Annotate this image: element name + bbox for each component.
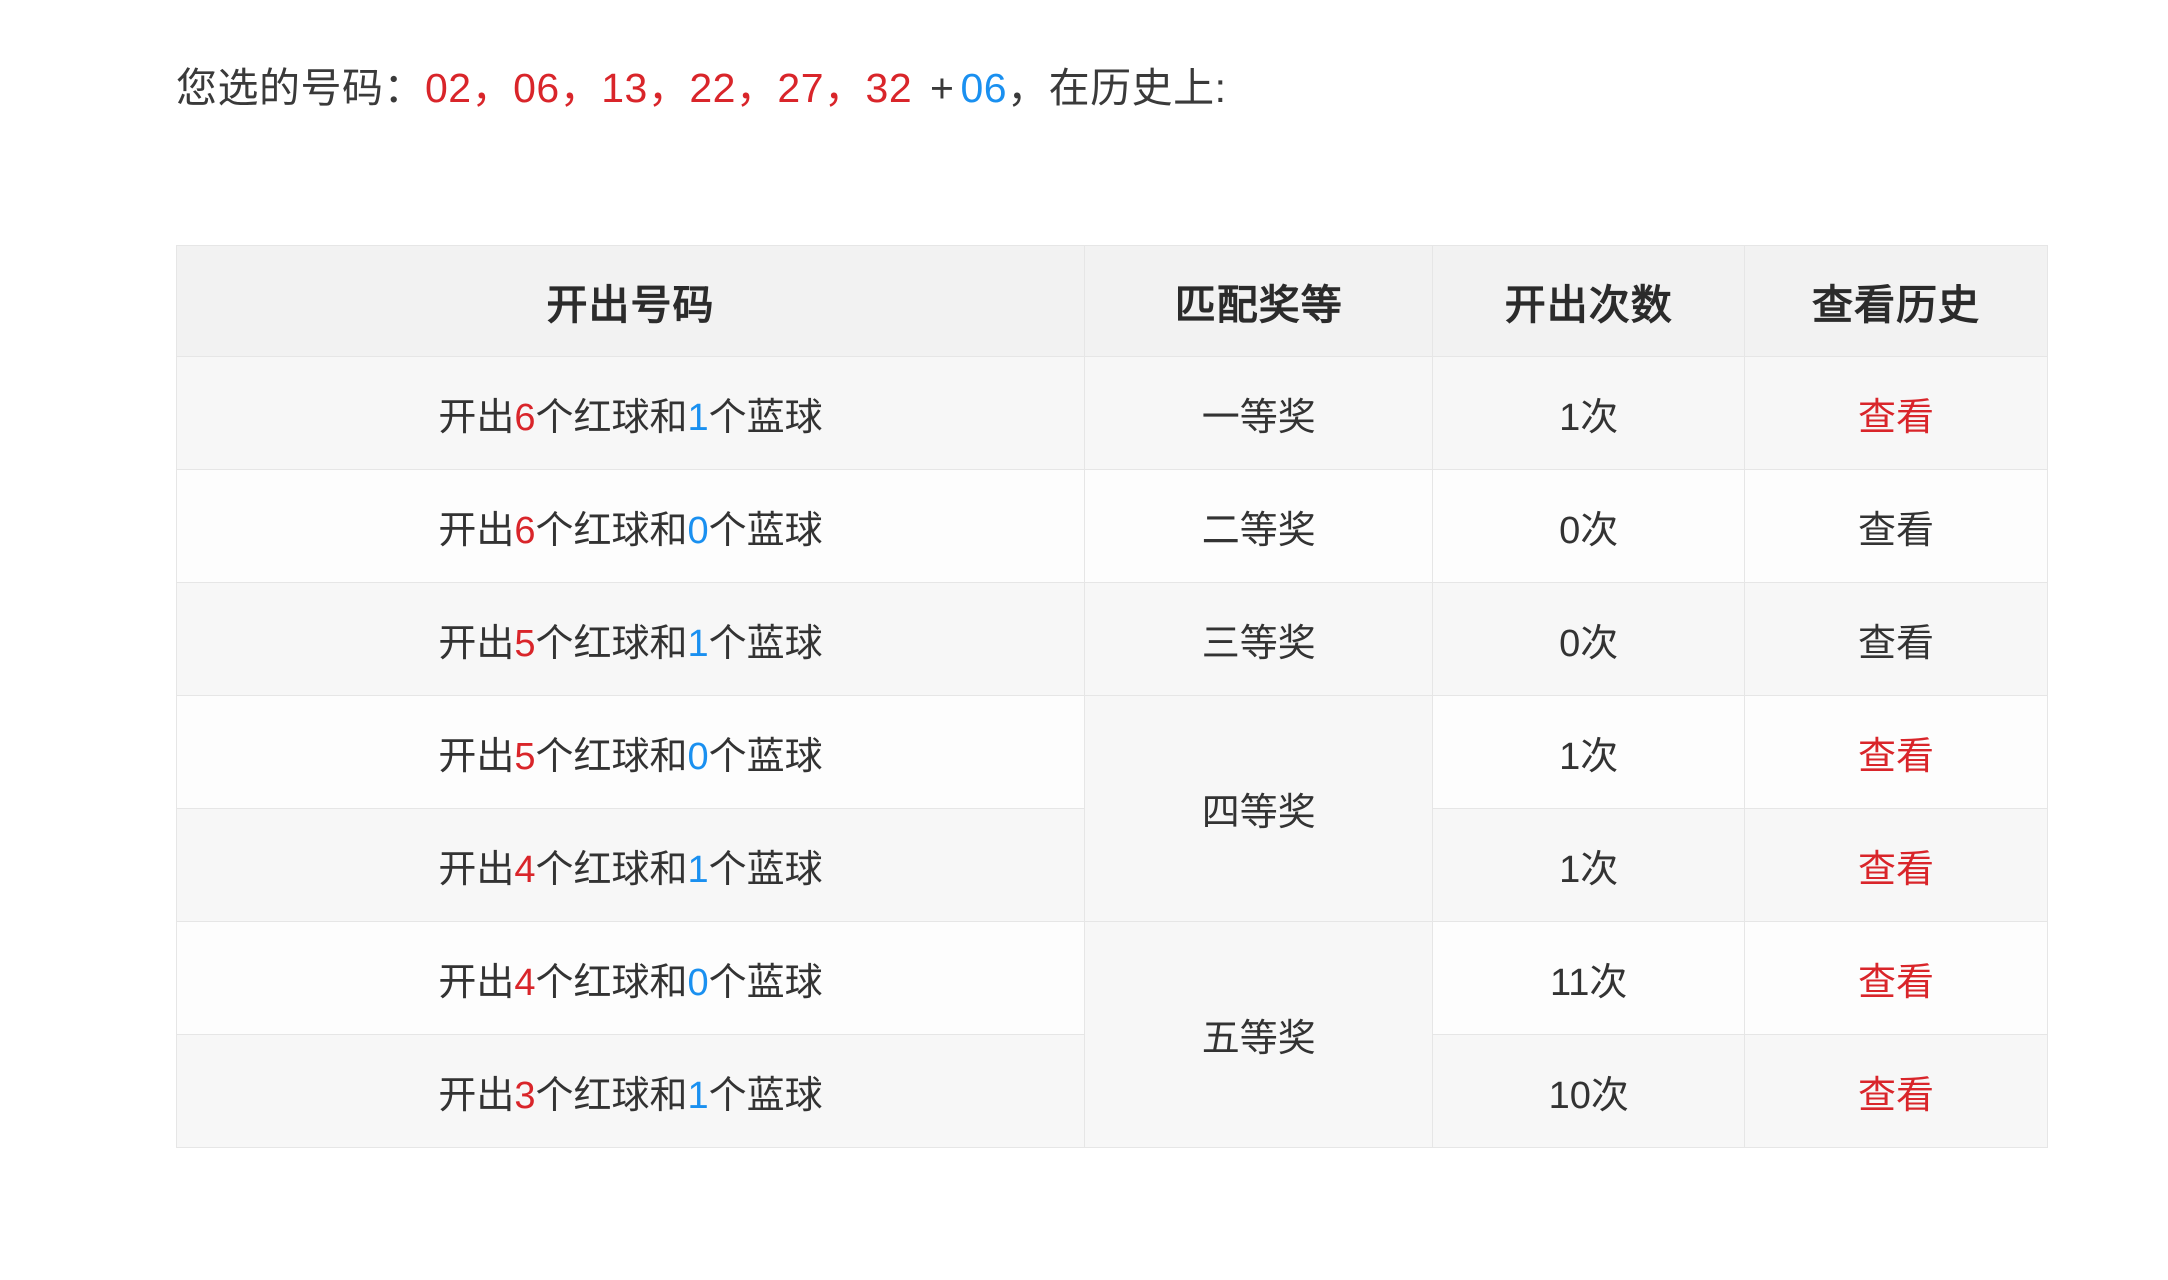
cell-prize-tier: 三等奖: [1084, 582, 1434, 696]
view-history-link[interactable]: 查看: [1858, 725, 1934, 780]
desc-prefix: 开出: [438, 396, 515, 439]
summary-plus-sign: +: [930, 65, 955, 111]
desc-suffix: 个蓝球: [708, 848, 823, 891]
cell-prize-tier: 四等奖: [1084, 695, 1434, 922]
desc-prefix: 开出: [438, 848, 515, 891]
blue-ball-count: 0: [687, 735, 709, 778]
table-row: 开出4个红球和0个蓝球 五等奖 11次 查看: [175, 921, 2049, 1148]
cell-drawn-numbers: 开出6个红球和0个蓝球: [175, 469, 1086, 583]
desc-middle: 个红球和: [535, 396, 688, 439]
view-history-link[interactable]: 查看: [1858, 1064, 1934, 1119]
cell-view-history[interactable]: 查看: [1743, 695, 2049, 809]
red-ball-count: 4: [514, 848, 536, 891]
summary-label-prefix: 您选的号码：: [176, 65, 425, 111]
cell-draw-count: 0次: [1432, 469, 1745, 583]
blue-ball-count: 1: [687, 622, 709, 665]
desc-prefix: 开出: [438, 622, 515, 665]
desc-prefix: 开出: [438, 1074, 515, 1117]
cell-drawn-numbers: 开出6个红球和1个蓝球: [175, 356, 1086, 470]
cell-draw-count: 1次: [1432, 808, 1745, 922]
red-ball-count: 4: [514, 961, 536, 1004]
selected-numbers-summary: 您选的号码：02，06，13，22，27，32 +06，在历史上:: [176, 58, 1226, 120]
blue-ball-count: 0: [687, 509, 709, 552]
table-header-row: 开出号码 匹配奖等 开出次数 查看历史: [175, 245, 2049, 357]
table-row: 开出6个红球和1个蓝球 一等奖 1次 查看: [175, 356, 2049, 470]
blue-ball-count: 0: [687, 961, 709, 1004]
page-root: 您选的号码：02，06，13，22，27，32 +06，在历史上: 开出号码 匹…: [0, 0, 2168, 1280]
cell-prize-tier: 五等奖: [1084, 921, 1434, 1148]
match-history-table: 开出号码 匹配奖等 开出次数 查看历史 开出6个红球和1个蓝球 一等奖 1次 查看 开出…: [175, 245, 2049, 1148]
view-history-link[interactable]: 查看: [1858, 838, 1934, 893]
summary-label-suffix: ，在历史上:: [1007, 65, 1227, 111]
red-ball-count: 6: [514, 509, 536, 552]
blue-ball-count: 1: [687, 396, 709, 439]
red-ball-count: 5: [514, 735, 536, 778]
cell-prize-tier: 二等奖: [1084, 469, 1434, 583]
desc-suffix: 个蓝球: [708, 509, 823, 552]
cell-view-history: 查看: [1743, 582, 2049, 696]
table-header: 开出号码 匹配奖等 开出次数 查看历史: [175, 245, 2049, 357]
cell-draw-count: 1次: [1432, 356, 1745, 470]
match-table-wrapper: 开出号码 匹配奖等 开出次数 查看历史 开出6个红球和1个蓝球 一等奖 1次 查看 开出…: [175, 245, 2049, 1148]
desc-suffix: 个蓝球: [708, 396, 823, 439]
view-history-link[interactable]: 查看: [1858, 386, 1934, 441]
cell-view-history[interactable]: 查看: [1743, 1034, 2049, 1148]
view-history-link-disabled: 查看: [1857, 509, 1934, 552]
cell-draw-count: 10次: [1432, 1034, 1745, 1148]
cell-draw-count: 11次: [1432, 921, 1745, 1035]
cell-view-history[interactable]: 查看: [1743, 356, 2049, 470]
cell-drawn-numbers: 开出5个红球和1个蓝球: [175, 582, 1086, 696]
red-ball-count: 3: [514, 1074, 536, 1117]
red-ball-count: 6: [514, 396, 536, 439]
desc-suffix: 个蓝球: [708, 961, 823, 1004]
desc-middle: 个红球和: [535, 735, 688, 778]
red-ball-count: 5: [514, 622, 536, 665]
cell-view-history[interactable]: 查看: [1743, 808, 2049, 922]
column-header-draw-count: 开出次数: [1432, 245, 1745, 357]
table-body: 开出6个红球和1个蓝球 一等奖 1次 查看 开出6个红球和0个蓝球 二等奖 0次 查看 开出5个…: [175, 356, 2049, 1148]
column-header-drawn-numbers: 开出号码: [175, 245, 1086, 357]
desc-middle: 个红球和: [535, 509, 688, 552]
column-header-view-history: 查看历史: [1743, 245, 2049, 357]
desc-middle: 个红球和: [535, 1074, 688, 1117]
table-row: 开出6个红球和0个蓝球 二等奖 0次 查看: [175, 469, 2049, 583]
desc-prefix: 开出: [438, 735, 515, 778]
desc-middle: 个红球和: [535, 622, 688, 665]
blue-ball-count: 1: [687, 1074, 709, 1117]
table-row: 开出5个红球和1个蓝球 三等奖 0次 查看: [175, 582, 2049, 696]
desc-suffix: 个蓝球: [708, 1074, 823, 1117]
cell-prize-tier: 一等奖: [1084, 356, 1434, 470]
cell-drawn-numbers: 开出4个红球和0个蓝球: [175, 921, 1086, 1035]
cell-drawn-numbers: 开出4个红球和1个蓝球: [175, 808, 1086, 922]
desc-prefix: 开出: [438, 961, 515, 1004]
column-header-prize-tier: 匹配奖等: [1084, 245, 1434, 357]
desc-middle: 个红球和: [535, 961, 688, 1004]
cell-draw-count: 0次: [1432, 582, 1745, 696]
desc-prefix: 开出: [438, 509, 515, 552]
view-history-link[interactable]: 查看: [1858, 951, 1934, 1006]
cell-draw-count: 1次: [1432, 695, 1745, 809]
table-row: 开出5个红球和0个蓝球 四等奖 1次 查看: [175, 695, 2049, 922]
desc-suffix: 个蓝球: [708, 735, 823, 778]
cell-drawn-numbers: 开出5个红球和0个蓝球: [175, 695, 1086, 809]
view-history-link-disabled: 查看: [1857, 622, 1934, 665]
blue-ball-count: 1: [687, 848, 709, 891]
cell-view-history: 查看: [1743, 469, 2049, 583]
selected-red-numbers: 02，06，13，22，27，32: [425, 65, 925, 111]
desc-suffix: 个蓝球: [708, 622, 823, 665]
desc-middle: 个红球和: [535, 848, 688, 891]
cell-drawn-numbers: 开出3个红球和1个蓝球: [175, 1034, 1086, 1148]
cell-view-history[interactable]: 查看: [1743, 921, 2049, 1035]
selected-blue-number: 06: [960, 65, 1008, 111]
